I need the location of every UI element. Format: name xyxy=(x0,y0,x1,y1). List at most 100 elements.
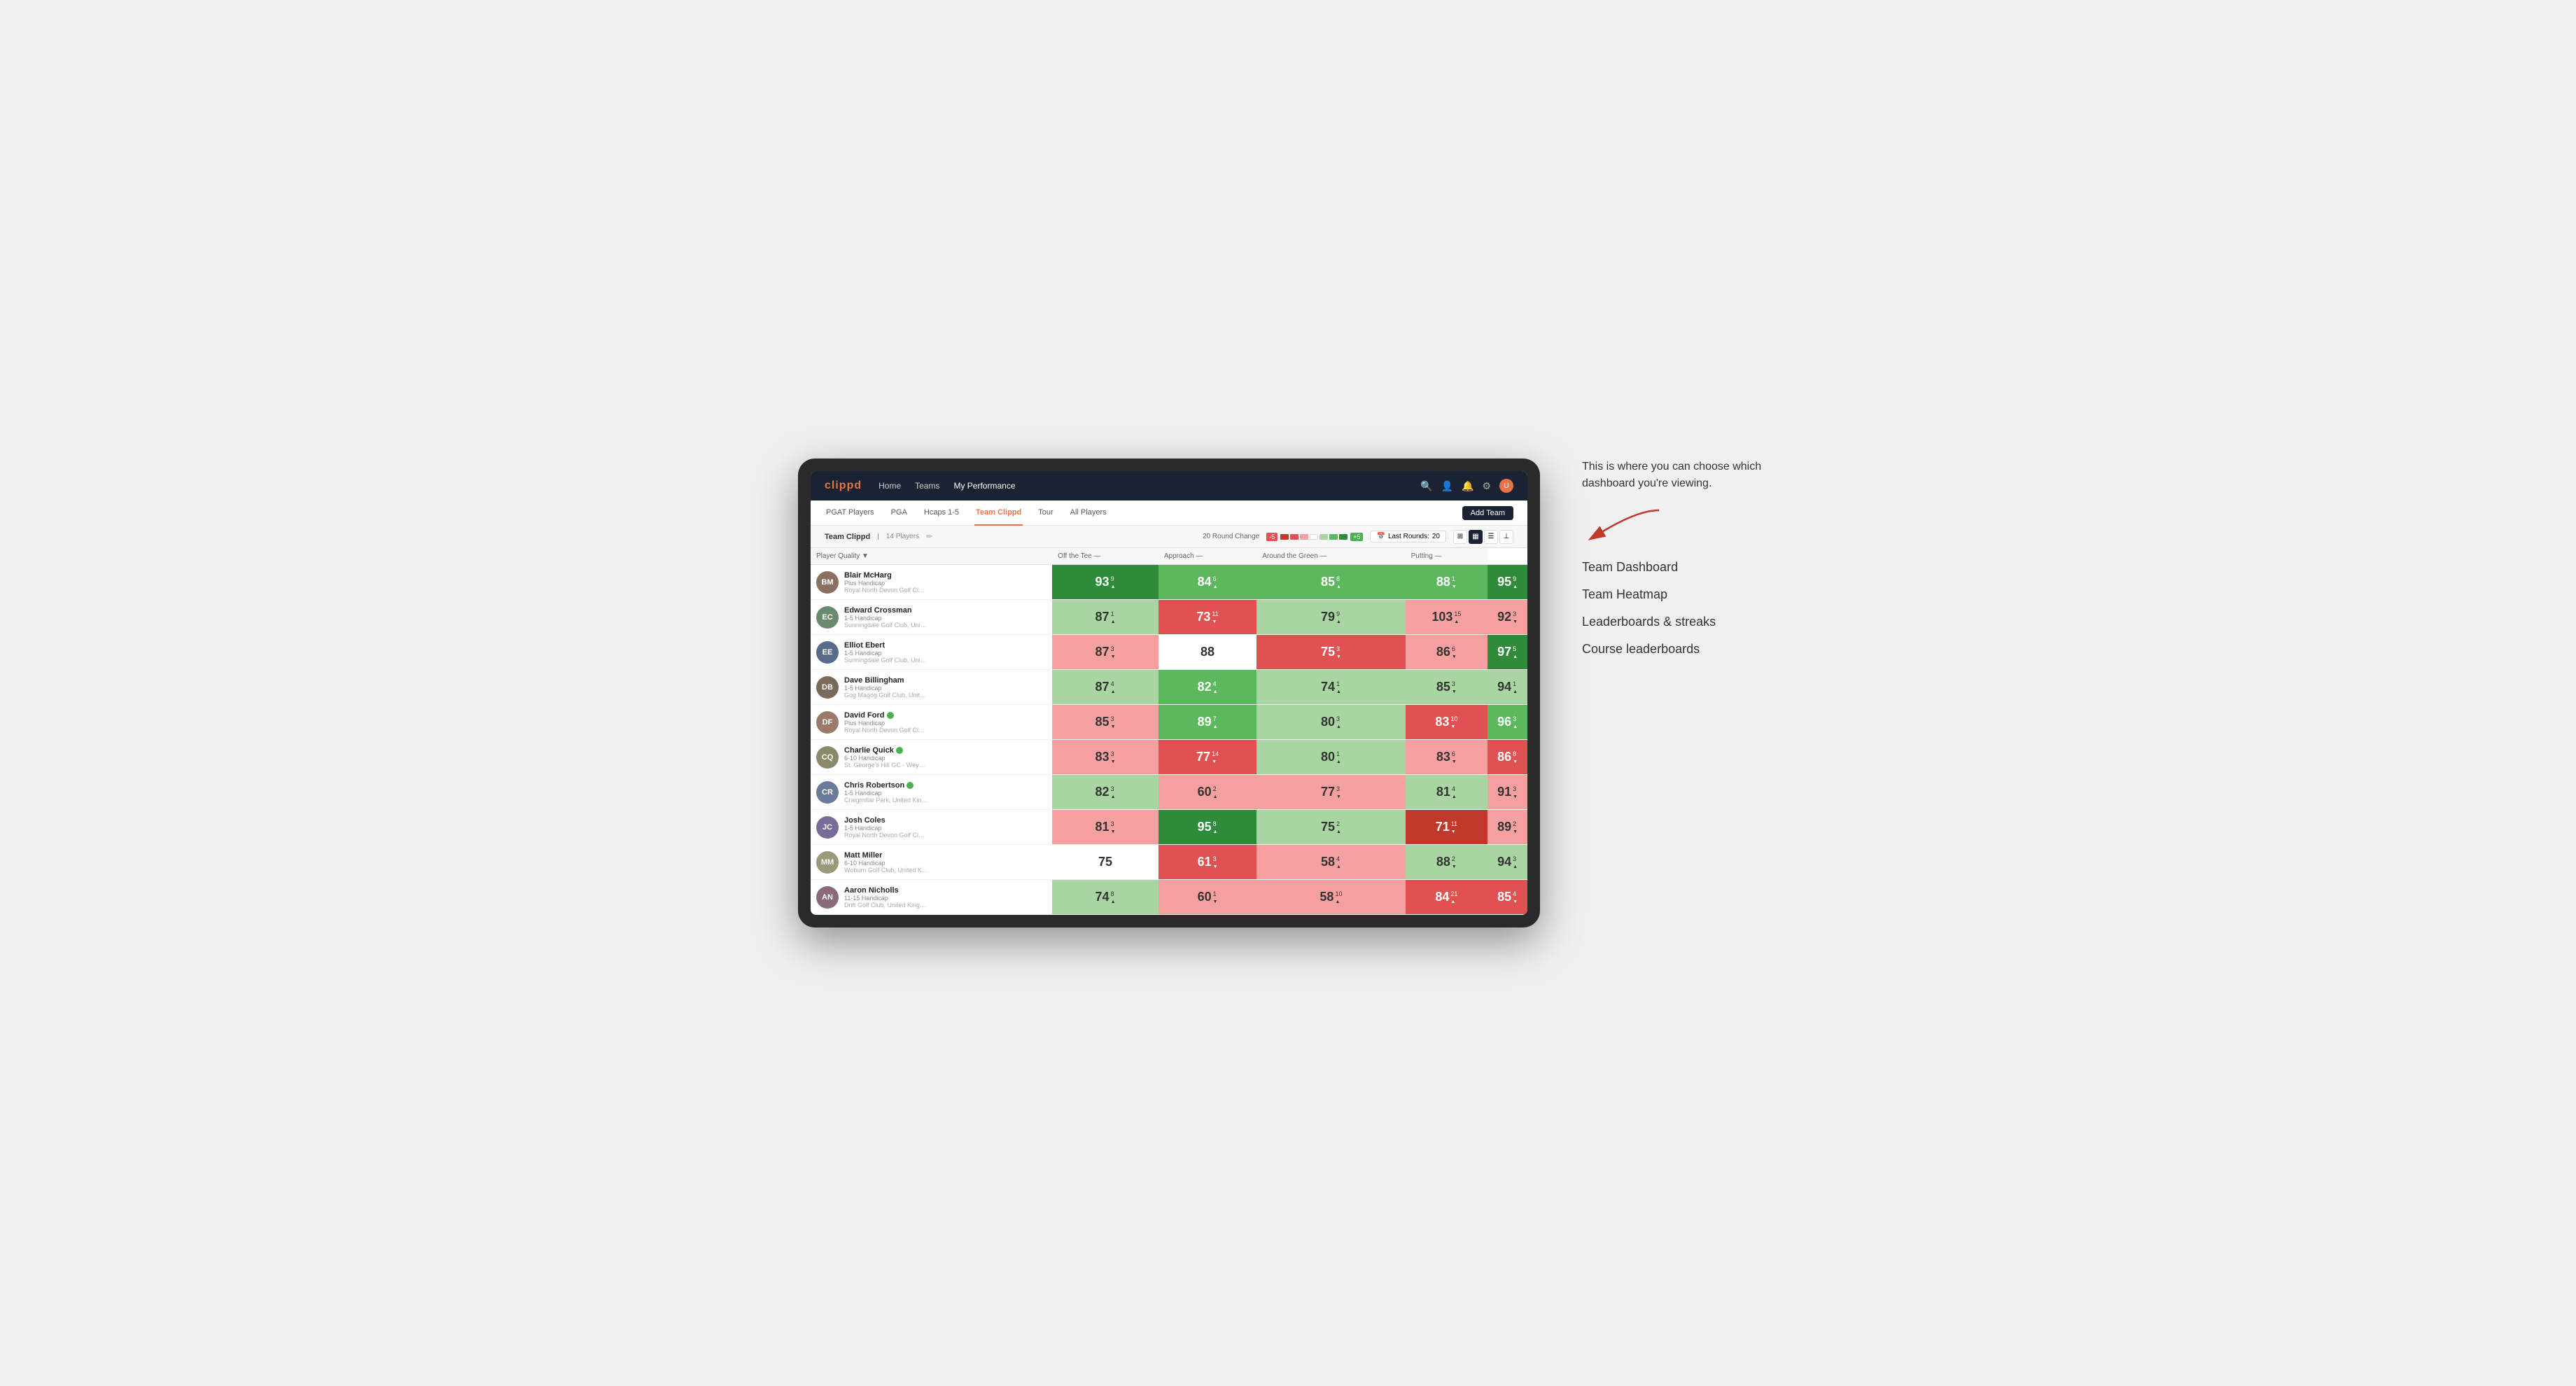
score-change: 3 xyxy=(1111,715,1116,729)
last-rounds-button[interactable]: 📅 Last Rounds: 20 xyxy=(1370,531,1446,542)
sub-nav-pgat[interactable]: PGAT Players xyxy=(825,500,876,526)
score-change: 1 xyxy=(1513,680,1518,694)
table-row[interactable]: CR Chris Robertson 1-5 Handicap Craigmil… xyxy=(811,775,1527,810)
score-cell-5-0: 83 3 xyxy=(1052,740,1158,775)
score-change: 4 xyxy=(1213,680,1218,694)
score-change: 11 xyxy=(1451,820,1457,834)
score-cell-9-4: 85 4 xyxy=(1488,880,1527,915)
scale-green-light xyxy=(1320,534,1328,540)
sub-nav-tour[interactable]: Tour xyxy=(1037,500,1054,526)
scale-green-strong xyxy=(1339,534,1348,540)
table-row[interactable]: AN Aaron Nicholls 11-15 Handicap Drift G… xyxy=(811,880,1527,915)
score-cell-6-4: 91 3 xyxy=(1488,775,1527,810)
score-change: 4 xyxy=(1513,890,1518,904)
bell-icon[interactable]: 🔔 xyxy=(1462,480,1474,492)
score-cell-2-1: 88 xyxy=(1158,635,1256,670)
score-cell-2-3: 86 6 xyxy=(1406,635,1488,670)
score-value: 77 xyxy=(1196,750,1210,764)
score-value: 94 xyxy=(1497,680,1511,694)
table-row[interactable]: CQ Charlie Quick 6-10 Handicap St. Georg… xyxy=(811,740,1527,775)
player-hcap: 6-10 Handicap xyxy=(844,755,928,762)
sub-nav-all-players[interactable]: All Players xyxy=(1069,500,1108,526)
arrow-up-icon xyxy=(1336,722,1341,729)
heatmap-view-icon[interactable]: ▦ xyxy=(1469,530,1483,544)
arrow-down-icon xyxy=(1213,862,1218,869)
table-row[interactable]: JC Josh Coles 1-5 Handicap Royal North D… xyxy=(811,810,1527,845)
score-change: 9 xyxy=(1336,610,1341,624)
player-info: Elliot Ebert 1-5 Handicap Sunningdale Go… xyxy=(844,641,928,664)
edit-icon[interactable]: ✏ xyxy=(926,532,932,541)
score-value: 58 xyxy=(1320,890,1334,904)
player-club: Gog Magog Golf Club, United Kingdom xyxy=(844,692,928,699)
arrow-down-icon xyxy=(1212,757,1217,764)
score-change: 9 xyxy=(1513,575,1518,589)
arrow-up-icon xyxy=(1213,582,1218,589)
arrow-down-icon xyxy=(1452,652,1457,659)
avatar-icon[interactable]: U xyxy=(1499,479,1513,493)
col-around-green[interactable]: Around the Green — xyxy=(1256,548,1405,565)
score-cell-4-2: 80 3 xyxy=(1256,705,1405,740)
scale-red-med xyxy=(1290,534,1298,540)
nav-bar: clippd Home Teams My Performance 🔍 👤 🔔 ⚙… xyxy=(811,471,1527,500)
score-cell-3-0: 87 4 xyxy=(1052,670,1158,705)
score-change: 3 xyxy=(1111,750,1116,764)
more-view-icon[interactable]: ⊥ xyxy=(1499,530,1513,544)
score-cell-7-2: 75 2 xyxy=(1256,810,1405,845)
col-player-quality[interactable]: Player Quality ▼ xyxy=(811,548,1052,565)
nav-home[interactable]: Home xyxy=(878,478,901,493)
app-logo: clippd xyxy=(825,479,862,492)
table-row[interactable]: DF David Ford Plus Handicap Royal North … xyxy=(811,705,1527,740)
search-icon[interactable]: 🔍 xyxy=(1420,480,1432,492)
player-hcap: 1-5 Handicap xyxy=(844,685,928,692)
grid-view-icon[interactable]: ⊞ xyxy=(1453,530,1467,544)
table-row[interactable]: BM Blair McHarg Plus Handicap Royal Nort… xyxy=(811,565,1527,600)
score-cell-3-2: 74 1 xyxy=(1256,670,1405,705)
sub-nav-pga[interactable]: PGA xyxy=(890,500,909,526)
arrow-up-icon xyxy=(1336,827,1341,834)
change-bar: -5 +5 xyxy=(1266,533,1363,541)
score-change: 3 xyxy=(1513,610,1518,624)
score-cell-4-4: 96 3 xyxy=(1488,705,1527,740)
score-cell-1-3: 103 15 xyxy=(1406,600,1488,635)
score-cell-2-2: 75 3 xyxy=(1256,635,1405,670)
player-hcap: 1-5 Handicap xyxy=(844,790,928,797)
change-positive: +5 xyxy=(1350,533,1363,541)
person-icon[interactable]: 👤 xyxy=(1441,480,1453,492)
settings-icon[interactable]: ⚙ xyxy=(1482,480,1491,492)
team-bar: Team Clippd | 14 Players ✏ 20 Round Chan… xyxy=(811,526,1527,548)
col-approach[interactable]: Approach — xyxy=(1158,548,1256,565)
col-off-tee[interactable]: Off the Tee — xyxy=(1052,548,1158,565)
score-cell-1-0: 87 1 xyxy=(1052,600,1158,635)
score-value: 88 xyxy=(1436,855,1450,869)
score-cell-4-1: 89 7 xyxy=(1158,705,1256,740)
arrow-down-icon xyxy=(1513,827,1518,834)
arrow-up-icon xyxy=(1452,792,1457,799)
player-name: Josh Coles xyxy=(844,816,928,825)
table-row[interactable]: EC Edward Crossman 1-5 Handicap Sunningd… xyxy=(811,600,1527,635)
add-team-button[interactable]: Add Team xyxy=(1462,506,1513,520)
table-row[interactable]: EE Elliot Ebert 1-5 Handicap Sunningdale… xyxy=(811,635,1527,670)
score-change: 5 xyxy=(1513,645,1518,659)
list-view-icon[interactable]: ☰ xyxy=(1484,530,1498,544)
player-name: Elliot Ebert xyxy=(844,641,928,650)
score-cell-5-4: 86 8 xyxy=(1488,740,1527,775)
table-row[interactable]: MM Matt Miller 6-10 Handicap Woburn Golf… xyxy=(811,845,1527,880)
score-cell-0-0: 93 9 xyxy=(1052,565,1158,600)
player-hcap: Plus Handicap xyxy=(844,720,928,727)
nav-teams[interactable]: Teams xyxy=(915,478,939,493)
score-value: 71 xyxy=(1436,820,1450,834)
score-value: 82 xyxy=(1198,680,1212,694)
sub-nav-team-clippd[interactable]: Team Clippd xyxy=(974,500,1023,526)
score-cell-5-1: 77 14 xyxy=(1158,740,1256,775)
arrow-up-icon xyxy=(1111,582,1116,589)
table-row[interactable]: DB Dave Billingham 1-5 Handicap Gog Mago… xyxy=(811,670,1527,705)
col-putting[interactable]: Putting — xyxy=(1406,548,1488,565)
sub-nav-hcaps[interactable]: Hcaps 1-5 xyxy=(923,500,960,526)
score-cell-9-1: 60 1 xyxy=(1158,880,1256,915)
annotation-items: Team Dashboard Team Heatmap Leaderboards… xyxy=(1582,560,1778,657)
score-change: 1 xyxy=(1336,680,1341,694)
arrow-up-icon xyxy=(1213,722,1218,729)
nav-my-performance[interactable]: My Performance xyxy=(953,478,1015,493)
player-avatar: DB xyxy=(816,676,839,699)
arrow-svg xyxy=(1582,503,1666,545)
